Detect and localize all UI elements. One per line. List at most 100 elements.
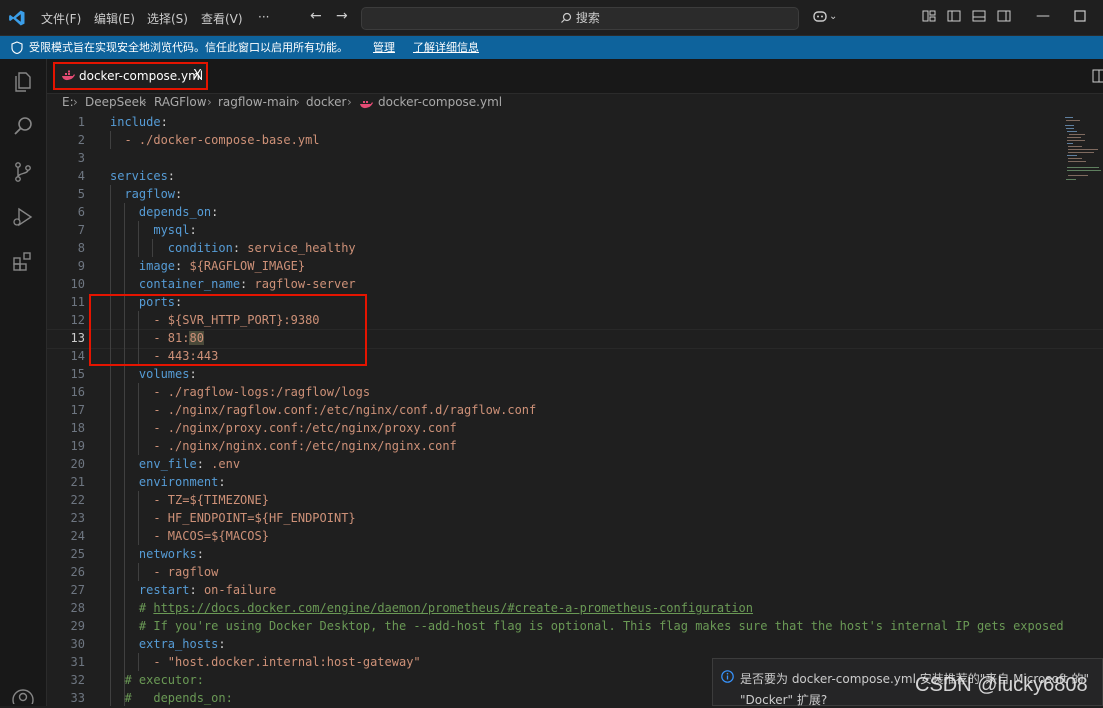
- learn-more-link[interactable]: 了解详细信息: [413, 36, 479, 59]
- search-icon[interactable]: [11, 115, 35, 139]
- code-line: 2 - ./docker-compose-base.yml: [47, 131, 1103, 149]
- toggle-panel-icon[interactable]: [971, 8, 987, 24]
- yaml-comment: #: [110, 601, 154, 615]
- line-number: 15: [70, 367, 85, 381]
- line-number: 5: [77, 187, 85, 201]
- line-number: 18: [70, 421, 85, 435]
- menu-selection[interactable]: 选择(S): [147, 10, 188, 27]
- line-number: 3: [77, 151, 85, 165]
- line-number: 19: [70, 439, 85, 453]
- tab-docker-compose[interactable]: docker-compose.yml X: [53, 62, 208, 90]
- back-arrow-icon[interactable]: ←: [310, 8, 322, 24]
- yaml-key: environment: [110, 475, 219, 489]
- line-number: 29: [70, 619, 85, 633]
- yaml-comment: # If you're using Docker Desktop, the --…: [110, 619, 1064, 633]
- yaml-value: .env: [211, 457, 241, 471]
- chevron-down-icon[interactable]: ⌄: [829, 11, 837, 22]
- tab-label: docker-compose.yml: [79, 69, 204, 83]
- yaml-key: mysql: [110, 223, 190, 237]
- yaml-punct: :: [175, 259, 190, 273]
- minimize-icon[interactable]: —: [1036, 8, 1050, 24]
- yaml-value: service_healthy: [247, 241, 356, 255]
- restricted-mode-banner: 受限模式旨在实现安全地浏览代码。信任此窗口以启用所有功能。 管理 了解详细信息: [0, 36, 1103, 59]
- code-line: 25 networks:: [47, 545, 1103, 563]
- code-line: 20 env_file: .env: [47, 455, 1103, 473]
- yaml-value: - TZ=${TIMEZONE}: [110, 493, 269, 507]
- line-number: 12: [70, 313, 85, 327]
- breadcrumb-item[interactable]: DeepSeek: [85, 95, 146, 109]
- line-number: 6: [77, 205, 85, 219]
- code-editor[interactable]: 1 include: 2 - ./docker-compose-base.yml …: [47, 113, 1103, 706]
- maximize-icon[interactable]: [1074, 10, 1086, 22]
- banner-text: 受限模式旨在实现安全地浏览代码。信任此窗口以启用所有功能。: [29, 41, 348, 54]
- run-and-debug-icon[interactable]: [11, 205, 35, 229]
- yaml-key: include: [110, 115, 161, 129]
- yaml-value: ragflow-server: [254, 277, 356, 291]
- menu-file[interactable]: 文件(F): [41, 10, 81, 27]
- line-number: 14: [70, 349, 85, 363]
- account-icon[interactable]: [11, 688, 35, 704]
- vscode-logo-icon: [9, 10, 25, 26]
- csdn-watermark: CSDN @lucky6808: [915, 674, 1088, 696]
- yaml-key: volumes: [110, 367, 190, 381]
- line-number: 7: [77, 223, 85, 237]
- explorer-icon[interactable]: [11, 70, 35, 94]
- code-line: 4 services:: [47, 167, 1103, 185]
- code-line: 30 extra_hosts:: [47, 635, 1103, 653]
- forward-arrow-icon[interactable]: →: [336, 8, 348, 24]
- breadcrumb-item[interactable]: docker-compose.yml: [378, 95, 502, 109]
- yaml-punct: :: [189, 583, 204, 597]
- menu-view[interactable]: 查看(V): [201, 10, 243, 27]
- yaml-value: - ./nginx/ragflow.conf:/etc/nginx/conf.d…: [110, 403, 537, 417]
- split-editor-icon[interactable]: [1092, 69, 1103, 83]
- extensions-icon[interactable]: [11, 250, 35, 274]
- line-number: 24: [70, 529, 85, 543]
- activity-bar: [0, 59, 47, 706]
- menu-edit[interactable]: 编辑(E): [94, 10, 135, 27]
- command-center-search[interactable]: 搜索: [361, 7, 799, 30]
- code-line: 7 mysql:: [47, 221, 1103, 239]
- breadcrumb-item[interactable]: ragflow-main: [218, 95, 297, 109]
- code-line: 21 environment:: [47, 473, 1103, 491]
- yaml-value: - MACOS=${MACOS}: [110, 529, 269, 543]
- line-number: 10: [70, 277, 85, 291]
- yaml-value: - "host.docker.internal:host-gateway": [110, 655, 421, 669]
- line-number: 11: [70, 295, 85, 309]
- yaml-comment: # executor:: [110, 673, 204, 687]
- menu-more[interactable]: ···: [258, 10, 269, 24]
- copilot-icon[interactable]: [812, 8, 828, 24]
- code-line: 9 image: ${RAGFLOW_IMAGE}: [47, 257, 1103, 275]
- editor-tab-bar: docker-compose.yml X: [47, 59, 1103, 94]
- chevron-right-icon: ›: [207, 95, 212, 109]
- code-line: 3: [47, 149, 1103, 167]
- code-line: 22 - TZ=${TIMEZONE}: [47, 491, 1103, 509]
- line-number: 17: [70, 403, 85, 417]
- code-line: 24 - MACOS=${MACOS}: [47, 527, 1103, 545]
- customize-layout-icon[interactable]: [921, 8, 937, 24]
- yaml-key: ragflow: [110, 187, 176, 201]
- line-number: 13: [70, 331, 85, 345]
- yaml-value: - ./nginx/proxy.conf:/etc/nginx/proxy.co…: [110, 421, 457, 435]
- toggle-secondary-sidebar-icon[interactable]: [996, 8, 1012, 24]
- close-icon[interactable]: X: [193, 64, 202, 88]
- minimap[interactable]: [1063, 115, 1101, 185]
- yaml-value: - ./ragflow-logs:/ragflow/logs: [110, 385, 371, 399]
- yaml-key: services: [110, 169, 168, 183]
- line-number: 26: [70, 565, 85, 579]
- comment-link[interactable]: https://docs.docker.com/engine/daemon/pr…: [153, 601, 753, 615]
- code-line: 10 container_name: ragflow-server: [47, 275, 1103, 293]
- manage-link[interactable]: 管理: [373, 36, 395, 59]
- yaml-comment: # depends_on:: [110, 691, 233, 705]
- breadcrumb-item[interactable]: RAGFlow: [154, 95, 207, 109]
- breadcrumb-item[interactable]: E:: [62, 95, 74, 109]
- source-control-icon[interactable]: [11, 160, 35, 184]
- breadcrumb-item[interactable]: docker: [306, 95, 346, 109]
- line-number: 30: [70, 637, 85, 651]
- shield-icon: [11, 41, 23, 54]
- info-icon: [721, 670, 734, 683]
- line-number: 8: [77, 241, 85, 255]
- line-number: 16: [70, 385, 85, 399]
- title-bar: 文件(F) 编辑(E) 选择(S) 查看(V) ··· ← → 搜索 ⌄ —: [0, 0, 1103, 36]
- toggle-primary-sidebar-icon[interactable]: [946, 8, 962, 24]
- line-number: 27: [70, 583, 85, 597]
